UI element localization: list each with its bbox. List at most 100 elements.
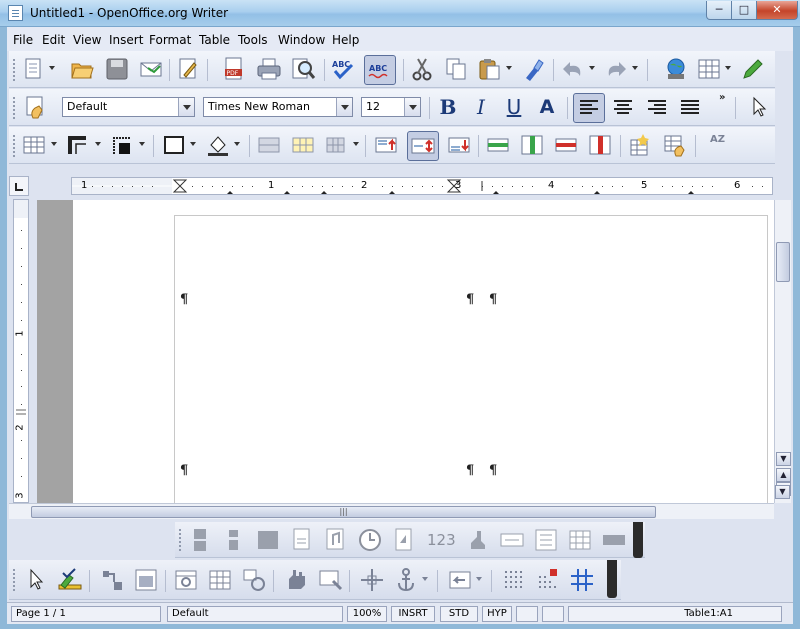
selection-mode-indicator[interactable]: STD <box>440 606 478 622</box>
table-properties-icon[interactable] <box>661 132 687 158</box>
position-size-icon[interactable] <box>359 567 385 593</box>
tab-stop-selector[interactable] <box>9 176 29 196</box>
page-style-indicator[interactable]: Default <box>167 606 343 622</box>
toolbar-overflow-icon[interactable]: » <box>719 92 725 103</box>
split-cells-icon[interactable] <box>290 132 316 158</box>
menu-tools[interactable]: Tools <box>238 33 268 47</box>
paragraph-mark[interactable]: ¶ <box>466 463 474 478</box>
font-color-button[interactable]: A <box>534 94 560 120</box>
spellcheck-icon[interactable]: ABC <box>330 56 356 82</box>
anchor-icon[interactable] <box>393 567 419 593</box>
horizontal-scroll-thumb[interactable]: ||| <box>31 506 656 518</box>
align-center-button[interactable] <box>610 94 636 120</box>
borders-icon[interactable] <box>161 132 187 158</box>
pdf-icon[interactable]: PDF <box>221 56 247 82</box>
preview-icon[interactable] <box>290 56 316 82</box>
paragraph-style-combo[interactable]: Default <box>62 97 195 117</box>
group-icon[interactable] <box>241 567 267 593</box>
maximize-button[interactable]: □ <box>731 1 757 20</box>
font-name-combo[interactable]: Times New Roman <box>203 97 353 117</box>
bold-button[interactable]: B <box>435 94 461 120</box>
helplines-icon[interactable] <box>569 567 595 593</box>
insert-form-icon[interactable] <box>499 527 525 553</box>
paragraph-mark[interactable]: ¶ <box>180 463 188 478</box>
format-paintbrush-icon[interactable] <box>520 56 546 82</box>
horizontal-scrollbar[interactable]: ||| <box>9 503 774 519</box>
border-color-dropdown-icon[interactable] <box>139 142 145 146</box>
next-page-icon[interactable]: ▼ <box>775 485 790 499</box>
justify-button[interactable] <box>677 94 703 120</box>
insert-frame-icon[interactable] <box>187 527 213 553</box>
toolbar-grip[interactable] <box>12 134 16 158</box>
insert-chart-icon[interactable] <box>173 567 199 593</box>
open-icon[interactable] <box>69 56 95 82</box>
italic-button[interactable]: I <box>468 94 494 120</box>
menu-file[interactable]: File <box>13 33 33 47</box>
insert-document-icon[interactable] <box>289 527 315 553</box>
merge-cells-icon[interactable] <box>256 132 282 158</box>
insert-picture-icon[interactable] <box>133 567 159 593</box>
cut-icon[interactable] <box>409 56 435 82</box>
toolbar-grip[interactable] <box>12 58 16 82</box>
insert-image-icon[interactable] <box>255 527 281 553</box>
vertical-scrollbar[interactable]: ▼ ▲ ● <box>774 200 791 503</box>
chevron-down-icon[interactable] <box>404 98 420 116</box>
draw-icon[interactable] <box>740 56 766 82</box>
previous-page-icon[interactable]: ▲ <box>776 468 791 482</box>
new-icon[interactable] <box>21 56 47 82</box>
table-dropdown-icon[interactable] <box>725 66 731 70</box>
redo-icon[interactable] <box>603 56 629 82</box>
anchor-dropdown-icon[interactable] <box>422 577 428 581</box>
edit-file-icon[interactable] <box>175 56 201 82</box>
insert-mode-indicator[interactable]: INSRT <box>391 606 435 622</box>
grid-dots-icon[interactable] <box>501 567 527 593</box>
line-style-dropdown-icon[interactable] <box>95 142 101 146</box>
paragraph-mark[interactable]: ¶ <box>489 292 497 307</box>
menu-insert[interactable]: Insert <box>109 33 143 47</box>
hyperlink-mode-indicator[interactable]: HYP <box>482 606 512 622</box>
wrap-icon[interactable] <box>447 567 473 593</box>
background-color-icon[interactable] <box>205 132 231 158</box>
paragraph-mark[interactable]: ¶ <box>489 463 497 478</box>
align-left-button[interactable] <box>573 93 605 123</box>
chevron-down-icon[interactable] <box>336 98 352 116</box>
paste-dropdown-icon[interactable] <box>506 66 512 70</box>
copy-icon[interactable] <box>443 56 469 82</box>
redo-dropdown-icon[interactable] <box>632 66 638 70</box>
insert-column-icon[interactable] <box>519 132 545 158</box>
number-format-icon[interactable]: 123 <box>427 527 461 553</box>
document-modified-indicator[interactable] <box>516 606 538 622</box>
insert-page-icon[interactable] <box>391 527 417 553</box>
insert-sound-icon[interactable] <box>323 527 349 553</box>
toolbar-grip[interactable] <box>178 528 182 552</box>
email-icon[interactable] <box>138 56 164 82</box>
zoom-indicator[interactable]: 100% <box>347 606 387 622</box>
undo-icon[interactable] <box>560 56 586 82</box>
menu-format[interactable]: Format <box>149 33 191 47</box>
snap-grid-icon[interactable] <box>535 567 561 593</box>
save-icon[interactable] <box>104 56 130 82</box>
insert-grid-icon[interactable] <box>567 527 593 553</box>
font-size-combo[interactable]: 12 <box>361 97 421 117</box>
align-top-icon[interactable] <box>373 132 399 158</box>
align-center-vertical-icon[interactable] <box>407 131 439 161</box>
insert-bar-icon[interactable] <box>601 527 627 553</box>
close-button[interactable]: ✕ <box>756 1 798 20</box>
select-arrow-icon[interactable] <box>23 567 49 593</box>
table-dropdown-icon[interactable] <box>51 142 57 146</box>
toolbar-end-handle[interactable] <box>633 522 643 558</box>
borders-dropdown-icon[interactable] <box>190 142 196 146</box>
menu-edit[interactable]: Edit <box>42 33 65 47</box>
optimize-dropdown-icon[interactable] <box>353 142 359 146</box>
insert-list-icon[interactable] <box>533 527 559 553</box>
toolbar-grip[interactable] <box>12 96 16 120</box>
align-right-button[interactable] <box>644 94 670 120</box>
insert-row-icon[interactable] <box>485 132 511 158</box>
select-icon[interactable] <box>746 94 772 120</box>
page-indicator[interactable]: Page 1 / 1 <box>11 606 161 622</box>
insert-table-grid-icon[interactable] <box>207 567 233 593</box>
new-dropdown-icon[interactable] <box>49 66 55 70</box>
table-icon[interactable] <box>696 56 722 82</box>
toolbar-end-handle[interactable] <box>607 560 617 598</box>
paragraph-mark[interactable]: ¶ <box>466 292 474 307</box>
